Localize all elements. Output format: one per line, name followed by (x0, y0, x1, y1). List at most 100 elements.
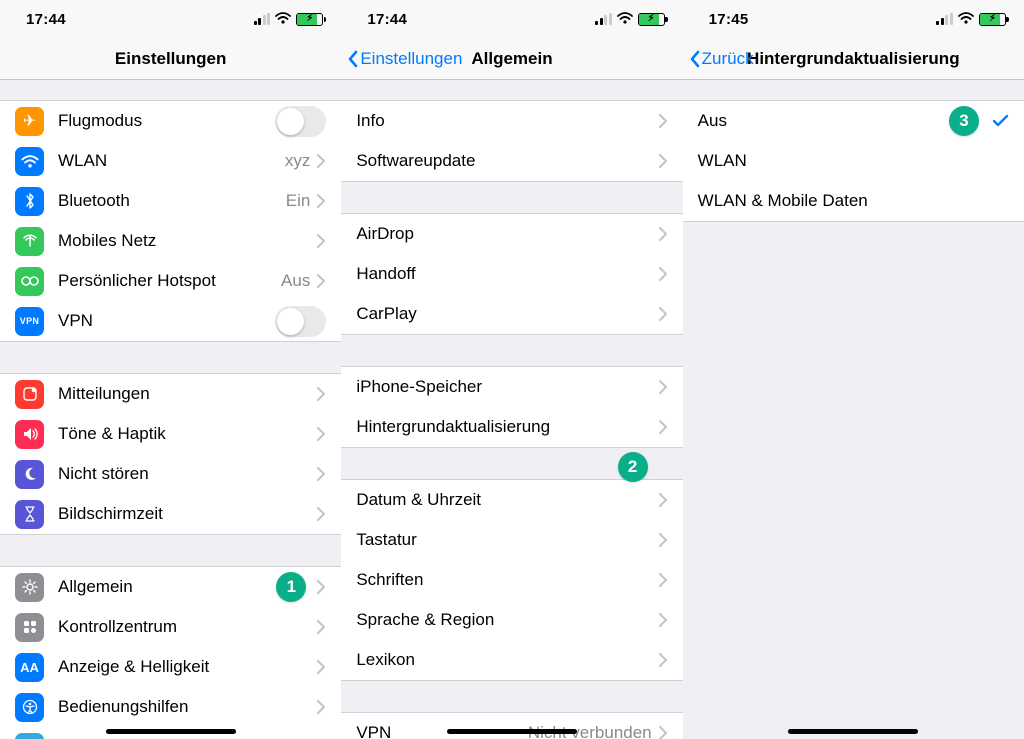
row-label: VPN (58, 311, 275, 331)
home-indicator[interactable] (447, 729, 577, 734)
chevron-right-icon (316, 427, 326, 441)
chevron-right-icon (658, 227, 668, 241)
vpn-icon: VPN (15, 307, 44, 336)
status-bar: 17:45 ⚡︎ (683, 0, 1024, 38)
step-badge-2: 2 (618, 452, 648, 482)
row-fonts[interactable]: Schriften (341, 560, 682, 600)
row-mobile-data[interactable]: Mobiles Netz (0, 221, 341, 261)
row-accessibility[interactable]: Bedienungshilfen (0, 687, 341, 727)
chevron-right-icon (658, 307, 668, 321)
row-carplay[interactable]: CarPlay (341, 294, 682, 334)
row-label: Mitteilungen (58, 384, 316, 404)
gear-icon (15, 573, 44, 602)
chevron-right-icon (316, 154, 326, 168)
status-bar: 17:44 ⚡︎ (341, 0, 682, 38)
row-vpn[interactable]: VPN VPN (0, 301, 341, 341)
row-screen-time[interactable]: Bildschirmzeit (0, 494, 341, 534)
row-control-center[interactable]: Kontrollzentrum (0, 607, 341, 647)
chevron-right-icon (316, 660, 326, 674)
row-option-wlan[interactable]: WLAN (683, 141, 1024, 181)
row-label: Kontrollzentrum (58, 617, 316, 637)
antenna-icon (15, 227, 44, 256)
row-label: Flugmodus (58, 111, 275, 131)
chevron-right-icon (658, 653, 668, 667)
row-keyboard[interactable]: Tastatur (341, 520, 682, 560)
row-vpn[interactable]: VPN Nicht verbunden (341, 713, 682, 739)
check-icon (992, 110, 1009, 133)
row-iphone-storage[interactable]: iPhone-Speicher (341, 367, 682, 407)
row-background-app-refresh[interactable]: Hintergrundaktualisierung 2 (341, 407, 682, 447)
status-time: 17:44 (367, 11, 407, 28)
row-wlan[interactable]: WLAN xyz (0, 141, 341, 181)
wifi-icon (958, 13, 974, 25)
row-personal-hotspot[interactable]: Persönlicher Hotspot Aus (0, 261, 341, 301)
signal-icon (936, 14, 953, 25)
row-notifications[interactable]: Mitteilungen (0, 374, 341, 414)
row-date-time[interactable]: Datum & Uhrzeit (341, 480, 682, 520)
row-language-region[interactable]: Sprache & Region (341, 600, 682, 640)
wallpaper-icon (15, 733, 44, 739)
row-bluetooth[interactable]: Bluetooth Ein (0, 181, 341, 221)
row-label: Softwareupdate (356, 151, 657, 171)
row-label: WLAN & Mobile Daten (698, 191, 1009, 211)
chevron-right-icon (316, 700, 326, 714)
vpn-toggle[interactable] (275, 306, 326, 337)
row-detail: Aus (281, 271, 310, 291)
row-label: Schriften (356, 570, 657, 590)
battery-icon: ⚡︎ (638, 13, 665, 26)
row-sounds[interactable]: Töne & Haptik (0, 414, 341, 454)
chevron-left-icon (347, 50, 359, 68)
chevron-right-icon (316, 194, 326, 208)
nav-title: Allgemein (471, 49, 552, 69)
hotspot-icon (15, 267, 44, 296)
signal-icon (254, 14, 271, 25)
row-label: CarPlay (356, 304, 657, 324)
airplane-icon: ✈︎ (15, 107, 44, 136)
row-display-brightness[interactable]: AA Anzeige & Helligkeit (0, 647, 341, 687)
row-software-update[interactable]: Softwareupdate (341, 141, 682, 181)
row-do-not-disturb[interactable]: Nicht stören (0, 454, 341, 494)
chevron-right-icon (316, 620, 326, 634)
row-label: Mobiles Netz (58, 231, 316, 251)
row-handoff[interactable]: Handoff (341, 254, 682, 294)
airplane-toggle[interactable] (275, 106, 326, 137)
row-general[interactable]: Allgemein 1 (0, 567, 341, 607)
wifi-icon (275, 13, 291, 25)
row-label: WLAN (698, 151, 1009, 171)
home-indicator[interactable] (788, 729, 918, 734)
row-dictionary[interactable]: Lexikon (341, 640, 682, 680)
row-label: Info (356, 111, 657, 131)
chevron-right-icon (316, 274, 326, 288)
row-label: Tastatur (356, 530, 657, 550)
chevron-right-icon (658, 420, 668, 434)
chevron-right-icon (316, 507, 326, 521)
moon-icon (15, 460, 44, 489)
row-option-wlan-mobile[interactable]: WLAN & Mobile Daten (683, 181, 1024, 221)
row-label: Hintergrundaktualisierung (356, 417, 657, 437)
chevron-right-icon (658, 154, 668, 168)
screen-settings: 17:44 ⚡︎ Einstellungen ✈︎ Flugmodus WLAN… (0, 0, 341, 739)
row-airplane-mode[interactable]: ✈︎ Flugmodus (0, 101, 341, 141)
row-label: Handoff (356, 264, 657, 284)
home-indicator[interactable] (106, 729, 236, 734)
notifications-icon (15, 380, 44, 409)
row-label: Bluetooth (58, 191, 286, 211)
back-button[interactable]: Zurück (689, 49, 754, 69)
row-label: Töne & Haptik (58, 424, 316, 444)
control-center-icon (15, 613, 44, 642)
bluetooth-icon (15, 187, 44, 216)
row-label: iPhone-Speicher (356, 377, 657, 397)
row-airdrop[interactable]: AirDrop (341, 214, 682, 254)
nav-title: Hintergrundaktualisierung (747, 49, 960, 69)
row-label: Sprache & Region (356, 610, 657, 630)
row-option-off[interactable]: Aus 3 (683, 101, 1024, 141)
wlan-icon (15, 147, 44, 176)
chevron-right-icon (658, 573, 668, 587)
chevron-left-icon (689, 50, 701, 68)
row-label: Anzeige & Helligkeit (58, 657, 316, 677)
back-button[interactable]: Einstellungen (347, 49, 462, 69)
chevron-right-icon (316, 467, 326, 481)
row-info[interactable]: Info (341, 101, 682, 141)
screen-background-refresh: 17:45 ⚡︎ Zurück Hintergrundaktualisierun… (683, 0, 1024, 739)
row-label: Bedienungshilfen (58, 697, 316, 717)
